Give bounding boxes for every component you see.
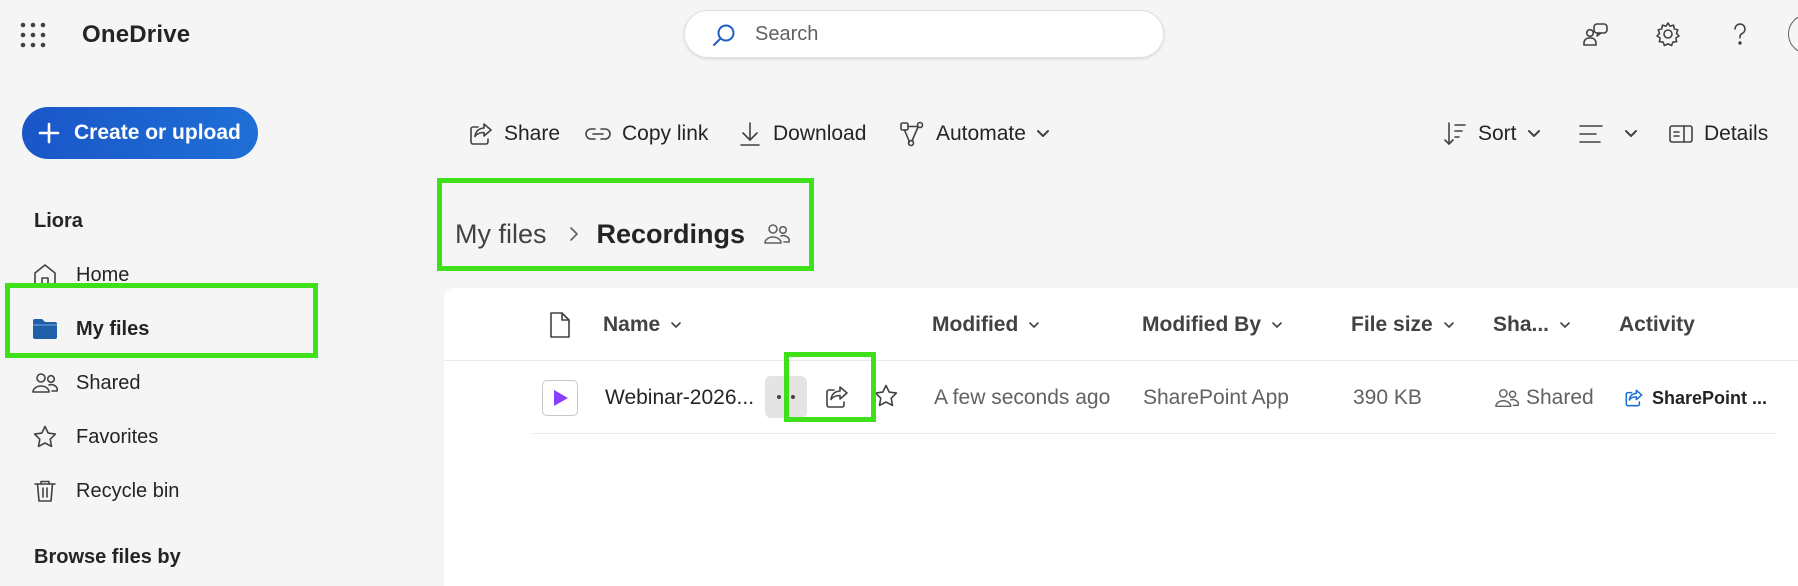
browse-files-by-heading: Browse files by	[34, 546, 181, 568]
sort-icon	[1442, 120, 1468, 148]
share-file-button[interactable]	[816, 376, 858, 418]
row-divider	[533, 433, 1777, 434]
plus-icon	[38, 122, 60, 144]
column-header-file-size[interactable]: File size	[1351, 312, 1455, 338]
column-header-label: Modified	[932, 313, 1019, 336]
sidebar-item-shared[interactable]: Shared	[30, 363, 141, 403]
column-header-name[interactable]: Name	[603, 312, 682, 338]
app-title[interactable]: OneDrive	[82, 21, 190, 49]
trash-icon	[30, 476, 60, 506]
share-label: Share	[504, 122, 561, 145]
file-name[interactable]: Webinar-2026...	[605, 384, 754, 412]
chevron-down-icon	[1443, 321, 1455, 329]
more-dots-icon	[777, 395, 795, 399]
breadcrumb-my-files[interactable]: My files	[455, 219, 547, 250]
more-actions-button[interactable]	[765, 376, 807, 418]
sidebar-item-recycle-bin[interactable]: Recycle bin	[30, 471, 179, 511]
sort-command[interactable]: Sort	[1442, 114, 1541, 154]
column-header-label: File size	[1351, 313, 1433, 336]
share-icon	[468, 121, 494, 147]
favorite-star-button[interactable]	[868, 378, 904, 414]
sort-label: Sort	[1478, 122, 1517, 145]
column-header-label: Sha...	[1493, 313, 1550, 336]
star-icon	[30, 422, 60, 452]
link-icon	[584, 121, 612, 147]
copy-link-command[interactable]: Copy link	[584, 114, 708, 154]
sidebar-item-favorites[interactable]: Favorites	[30, 417, 158, 457]
breadcrumb: My files Recordings	[455, 214, 791, 254]
people-icon	[1494, 386, 1520, 410]
breadcrumb-recordings: Recordings	[596, 218, 746, 249]
automate-command[interactable]: Automate	[898, 114, 1050, 154]
sidebar-item-my-files[interactable]: My files	[30, 309, 149, 349]
create-or-upload-button[interactable]: Create or upload	[22, 107, 258, 159]
column-header-label: Name	[603, 313, 661, 336]
sidebar-item-label: Shared	[76, 371, 141, 394]
file-sharing-status[interactable]: Shared	[1494, 384, 1594, 412]
view-list-icon	[1578, 121, 1604, 147]
chevron-down-icon	[1036, 129, 1050, 139]
file-size: 390 KB	[1353, 386, 1422, 409]
chevron-right-icon	[569, 226, 579, 242]
feedback-icon[interactable]	[1578, 16, 1614, 52]
sidebar-item-label: Recycle bin	[76, 479, 180, 502]
star-icon	[874, 384, 898, 407]
file-modified: A few seconds ago	[934, 386, 1111, 409]
column-header-sharing[interactable]: Sha...	[1493, 312, 1571, 338]
sidebar-item-label: Home	[76, 263, 130, 286]
column-header-label: Activity	[1619, 313, 1695, 336]
sidebar-item-label: My files	[76, 317, 150, 340]
app-launcher-icon[interactable]	[20, 22, 46, 48]
folder-icon	[30, 314, 60, 344]
video-file-icon[interactable]	[542, 380, 578, 416]
home-icon	[30, 260, 60, 290]
details-pane-icon	[1668, 121, 1694, 147]
search-box[interactable]	[684, 10, 1164, 58]
details-command[interactable]: Details	[1668, 114, 1768, 154]
automate-label: Automate	[936, 122, 1026, 145]
chevron-down-icon	[1028, 321, 1040, 329]
search-icon	[711, 22, 737, 48]
shared-folder-icon[interactable]	[763, 221, 791, 247]
header-divider	[444, 360, 1798, 361]
download-label: Download	[773, 122, 867, 145]
file-type-icon[interactable]	[549, 311, 571, 339]
chevron-down-icon	[1624, 129, 1638, 139]
column-header-activity[interactable]: Activity	[1619, 312, 1695, 338]
selected-indicator	[5, 321, 8, 341]
people-icon	[30, 368, 60, 398]
sidebar-item-home[interactable]: Home	[30, 255, 129, 295]
create-or-upload-label: Create or upload	[74, 121, 241, 144]
help-icon[interactable]	[1722, 16, 1758, 52]
file-modified-by[interactable]: SharePoint App	[1143, 384, 1289, 412]
activity-label: SharePoint ...	[1652, 387, 1768, 408]
account-avatar[interactable]	[1788, 14, 1798, 54]
share-activity-icon	[1624, 388, 1644, 408]
chevron-down-icon	[1527, 129, 1541, 139]
chevron-down-icon	[1559, 321, 1571, 329]
chevron-down-icon	[670, 321, 682, 329]
column-header-modified[interactable]: Modified	[932, 312, 1040, 338]
user-name: Liora	[34, 210, 83, 232]
copy-link-label: Copy link	[622, 122, 709, 145]
details-label: Details	[1704, 122, 1769, 145]
sharing-label: Shared	[1526, 386, 1594, 409]
download-command[interactable]: Download	[737, 114, 866, 154]
column-header-modified-by[interactable]: Modified By	[1142, 312, 1283, 338]
chevron-down-icon	[1271, 321, 1283, 329]
download-icon	[737, 120, 763, 148]
sidebar-item-label: Favorites	[76, 425, 159, 448]
search-input[interactable]	[755, 19, 1135, 49]
share-icon	[826, 386, 848, 408]
settings-gear-icon[interactable]	[1650, 16, 1686, 52]
view-options-command[interactable]	[1578, 114, 1638, 154]
file-activity[interactable]: SharePoint ...	[1624, 384, 1767, 412]
automate-flow-icon	[898, 120, 926, 148]
share-command[interactable]: Share	[468, 114, 560, 154]
column-header-label: Modified By	[1142, 313, 1261, 336]
